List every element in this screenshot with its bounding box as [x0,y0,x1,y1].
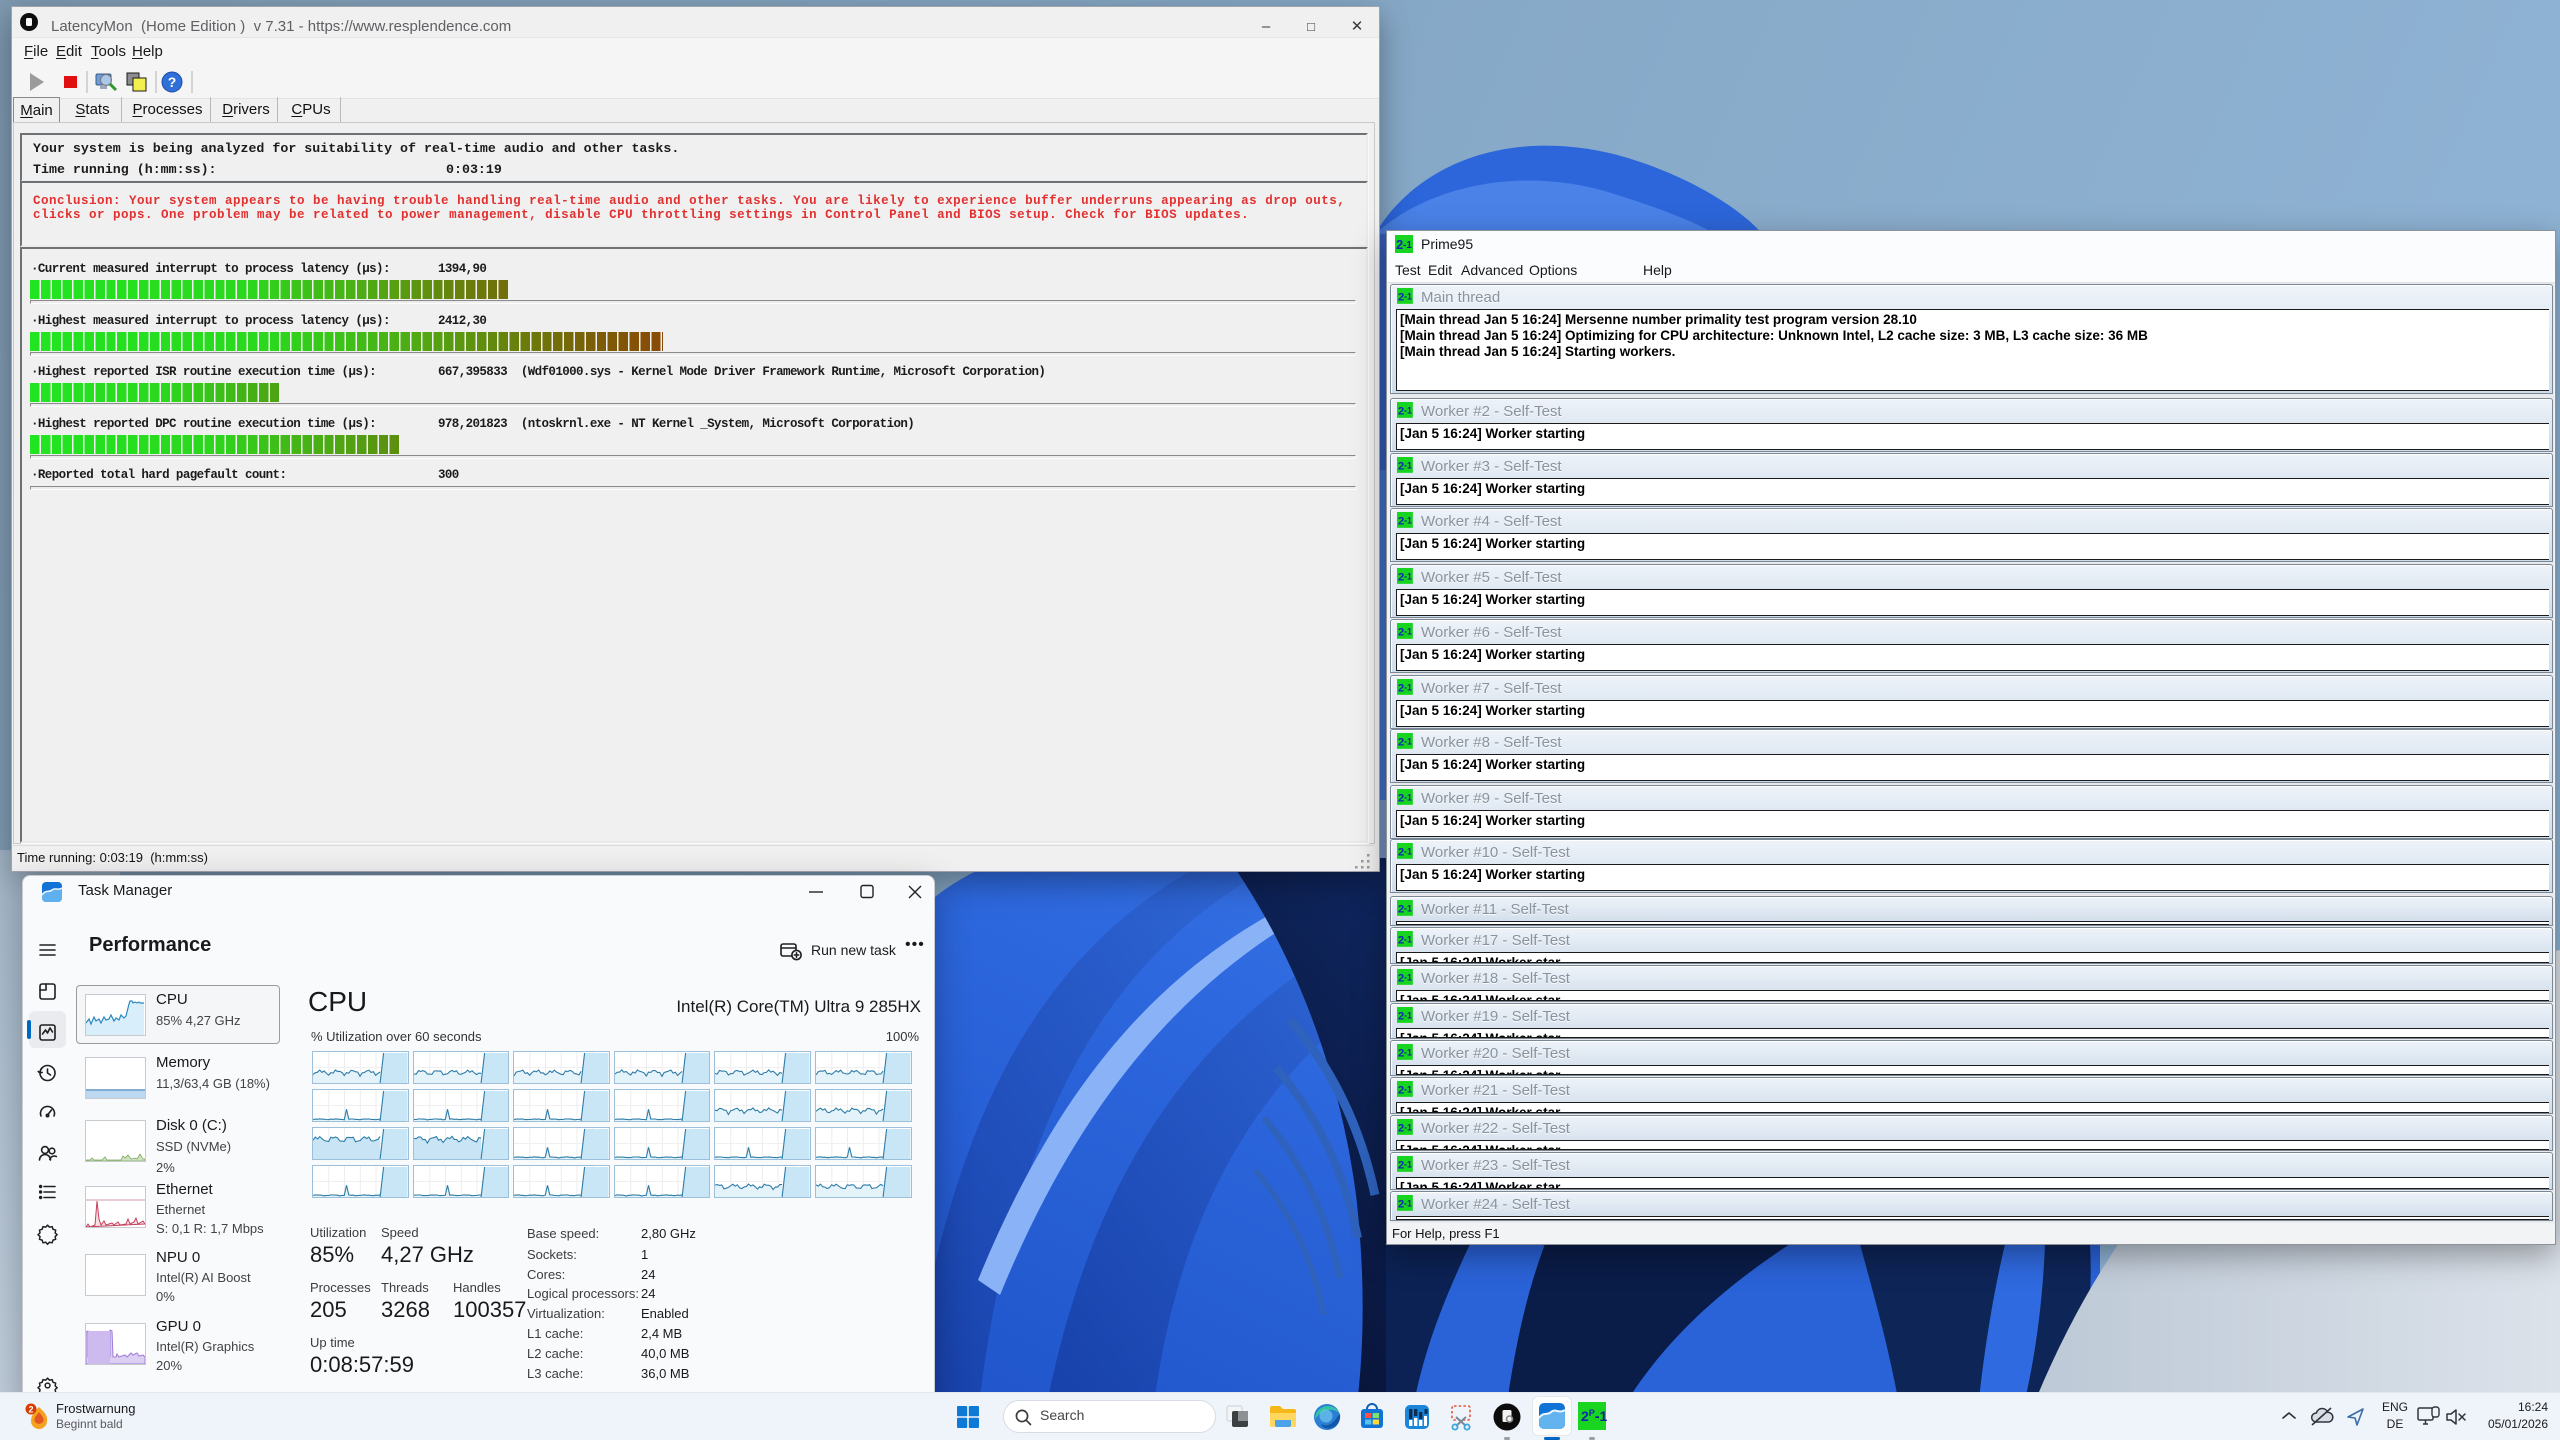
svg-text:?: ? [168,74,177,90]
svg-text:2: 2 [28,1405,33,1415]
